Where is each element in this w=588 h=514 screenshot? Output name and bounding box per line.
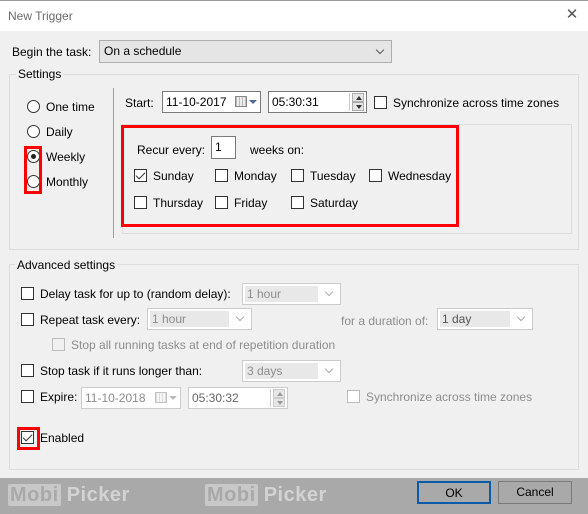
label-monday: Monday (234, 169, 277, 183)
expire-time-field[interactable]: 05:30:32 (188, 387, 288, 409)
expire-time-value: 05:30:32 (192, 391, 239, 405)
begin-task-label: Begin the task: (12, 45, 92, 59)
sync-timezones-label: Synchronize across time zones (393, 96, 560, 110)
checkbox-tuesday[interactable] (291, 169, 304, 182)
delay-task-dropdown[interactable]: 1 hour (242, 283, 341, 305)
label-saturday: Saturday (310, 196, 359, 210)
duration-dropdown[interactable]: 1 day (437, 308, 533, 330)
delay-task-value: 1 hour (247, 287, 282, 301)
recur-every-label: Recur every: (137, 143, 206, 157)
start-label: Start: (125, 96, 154, 110)
radio-weekly-label: Weekly (46, 150, 86, 164)
chevron-down-icon (324, 287, 334, 297)
expire-date-picker[interactable]: 11-10-2018 (81, 387, 181, 409)
annotation-highlight-radios (24, 146, 42, 194)
expire-sync-label: Synchronize across time zones (366, 390, 533, 404)
delay-task-checkbox[interactable] (21, 287, 34, 300)
annotation-highlight-enabled (17, 427, 40, 450)
checkbox-monday[interactable] (215, 169, 228, 182)
duration-value: 1 day (442, 312, 472, 326)
chevron-down-icon (324, 364, 334, 374)
separator (113, 88, 114, 238)
dialog-footer: Mobi Picker Mobi Picker OK Cancel (0, 478, 588, 514)
enabled-label: Enabled (40, 431, 85, 445)
start-time-field[interactable]: 05:30:31 (268, 91, 367, 113)
spin-down-icon[interactable] (273, 398, 285, 407)
start-time-spinner[interactable] (349, 93, 365, 111)
title-bar: New Trigger ✕ (0, 0, 588, 31)
label-tuesday: Tuesday (310, 169, 356, 183)
watermark-logo: Mobi Picker (205, 484, 327, 507)
stop-task-longer-value: 3 days (247, 364, 283, 378)
stop-all-tasks-checkbox[interactable] (52, 338, 65, 351)
weeks-on-label: weeks on: (250, 143, 305, 157)
window-title: New Trigger (8, 9, 73, 23)
checkbox-sunday[interactable] (134, 169, 147, 182)
chevron-down-icon (235, 312, 245, 322)
label-sunday: Sunday (153, 169, 194, 183)
checkbox-saturday[interactable] (291, 196, 304, 209)
radio-daily[interactable] (27, 125, 40, 138)
dropdown-arrow-icon (249, 100, 257, 104)
start-time-value: 05:30:31 (272, 95, 319, 109)
radio-one-time[interactable] (27, 100, 40, 113)
radio-monthly-label: Monthly (46, 175, 89, 189)
close-icon[interactable]: ✕ (564, 7, 580, 23)
stop-task-longer-checkbox[interactable] (21, 364, 34, 377)
recur-weeks-input[interactable]: 1 (211, 136, 236, 159)
calendar-icon (235, 96, 247, 107)
ok-button[interactable]: OK (417, 481, 491, 504)
stop-all-tasks-label: Stop all running tasks at end of repetit… (71, 338, 336, 352)
calendar-icon (155, 392, 167, 403)
watermark-left: Mobi (205, 484, 258, 506)
spin-up-icon[interactable] (352, 93, 364, 102)
label-thursday: Thursday (153, 196, 204, 210)
expire-label: Expire: (40, 390, 78, 404)
duration-label: for a duration of: (341, 314, 429, 328)
label-wednesday: Wednesday (388, 169, 452, 183)
watermark-right: Picker (66, 484, 130, 506)
expire-time-spinner[interactable] (270, 389, 286, 407)
spin-up-icon[interactable] (273, 389, 285, 398)
radio-one-time-label: One time (46, 100, 95, 114)
repeat-task-checkbox[interactable] (21, 313, 34, 326)
begin-task-dropdown[interactable]: On a schedule (99, 40, 392, 63)
expire-date-value: 11-10-2018 (85, 391, 146, 405)
advanced-settings-legend: Advanced settings (15, 258, 118, 272)
watermark-logo: Mobi Picker (8, 484, 130, 507)
radio-daily-label: Daily (46, 125, 73, 139)
begin-task-value: On a schedule (104, 44, 182, 58)
start-date-picker[interactable]: 11-10-2017 (162, 91, 261, 113)
checkbox-wednesday[interactable] (369, 169, 382, 182)
stop-task-longer-dropdown[interactable]: 3 days (242, 360, 341, 382)
watermark-left: Mobi (8, 484, 61, 506)
repeat-task-value: 1 hour (152, 312, 187, 326)
repeat-task-dropdown[interactable]: 1 hour (147, 308, 252, 330)
delay-task-label: Delay task for up to (random delay): (40, 287, 231, 301)
checkbox-friday[interactable] (215, 196, 228, 209)
cancel-button[interactable]: Cancel (498, 481, 572, 504)
stop-task-longer-label: Stop task if it runs longer than: (40, 364, 203, 378)
spin-down-icon[interactable] (352, 102, 364, 111)
settings-legend: Settings (16, 67, 64, 81)
recur-weeks-value: 1 (215, 140, 222, 154)
checkbox-thursday[interactable] (134, 196, 147, 209)
repeat-task-label: Repeat task every: (40, 313, 141, 327)
watermark-right: Picker (263, 484, 327, 506)
start-date-value: 11-10-2017 (166, 95, 227, 109)
dropdown-arrow-icon (169, 396, 177, 400)
expire-sync-checkbox[interactable] (347, 390, 360, 403)
chevron-down-icon (375, 45, 385, 55)
sync-timezones-checkbox[interactable] (374, 96, 387, 109)
chevron-down-icon (516, 312, 526, 322)
expire-checkbox[interactable] (21, 390, 34, 403)
label-friday: Friday (234, 196, 268, 210)
